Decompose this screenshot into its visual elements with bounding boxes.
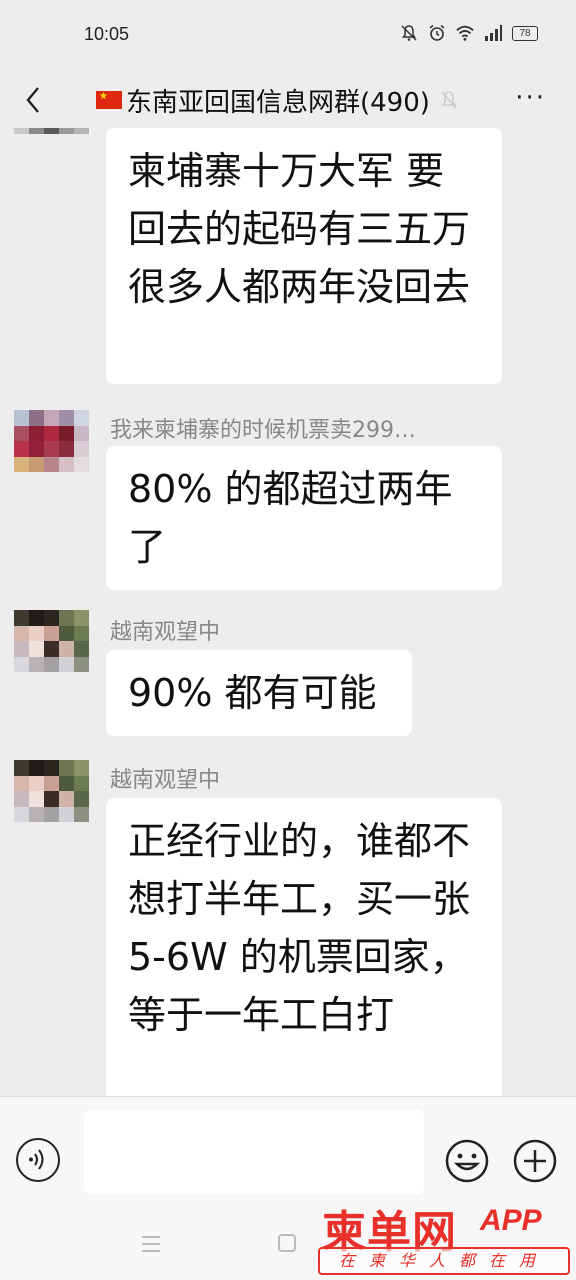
message-text: 80% 的都超过两年了 <box>128 467 453 569</box>
voice-icon[interactable] <box>16 1138 60 1182</box>
back-arrow-icon[interactable] <box>20 82 50 118</box>
mute-bell-icon <box>401 25 417 41</box>
chat-header: 东南亚回国信息网群(490) ··· <box>0 72 576 128</box>
emoji-icon[interactable] <box>444 1138 490 1184</box>
sender-name: 越南观望中 <box>110 768 221 793</box>
message-bubble[interactable]: 80% 的都超过两年了 <box>106 446 502 590</box>
message-bubble[interactable]: 柬埔寨十万大军 要回去的起码有三五万 很多人都两年没回去 <box>106 128 502 384</box>
message-text: 正经行业的，谁都不想打半年工，买一张 5-6W 的机票回家，等于一年工白打 <box>128 819 471 1037</box>
avatar[interactable] <box>14 610 89 672</box>
chat-title: 东南亚回国信息网群(490) <box>126 87 430 118</box>
alarm-icon <box>429 24 445 41</box>
message-input[interactable] <box>84 1110 424 1194</box>
china-flag-icon <box>96 91 122 109</box>
wifi-icon <box>456 25 474 41</box>
plus-icon[interactable] <box>512 1138 558 1184</box>
home-icon[interactable] <box>278 1234 296 1252</box>
sender-name: 我来柬埔寨的时候机票卖299… <box>110 418 416 443</box>
muted-bell-icon <box>441 91 457 109</box>
watermark-tagline: 在柬华人都在用 <box>318 1247 570 1275</box>
signal-icon <box>485 25 502 41</box>
recent-apps-icon[interactable] <box>140 1234 162 1254</box>
more-options-button[interactable]: ··· <box>515 85 546 111</box>
chat-title-area: 东南亚回国信息网群(490) <box>96 82 486 118</box>
status-icons: 78 <box>400 24 538 42</box>
message-bubble[interactable]: 90% 都有可能 <box>106 650 412 736</box>
status-bar: 10:05 78 <box>0 0 576 72</box>
message-text: 90% 都有可能 <box>128 671 377 715</box>
avatar[interactable] <box>14 410 89 472</box>
status-time: 10:05 <box>84 24 130 44</box>
message-bubble[interactable]: 正经行业的，谁都不想打半年工，买一张 5-6W 的机票回家，等于一年工白打 <box>106 798 502 1108</box>
message-text: 柬埔寨十万大军 要回去的起码有三五万 很多人都两年没回去 <box>128 149 471 309</box>
sender-name: 越南观望中 <box>110 620 221 645</box>
watermark-app: APP <box>480 1204 542 1237</box>
battery-icon: 78 <box>512 25 538 41</box>
avatar[interactable] <box>14 128 89 150</box>
avatar[interactable] <box>14 760 89 822</box>
